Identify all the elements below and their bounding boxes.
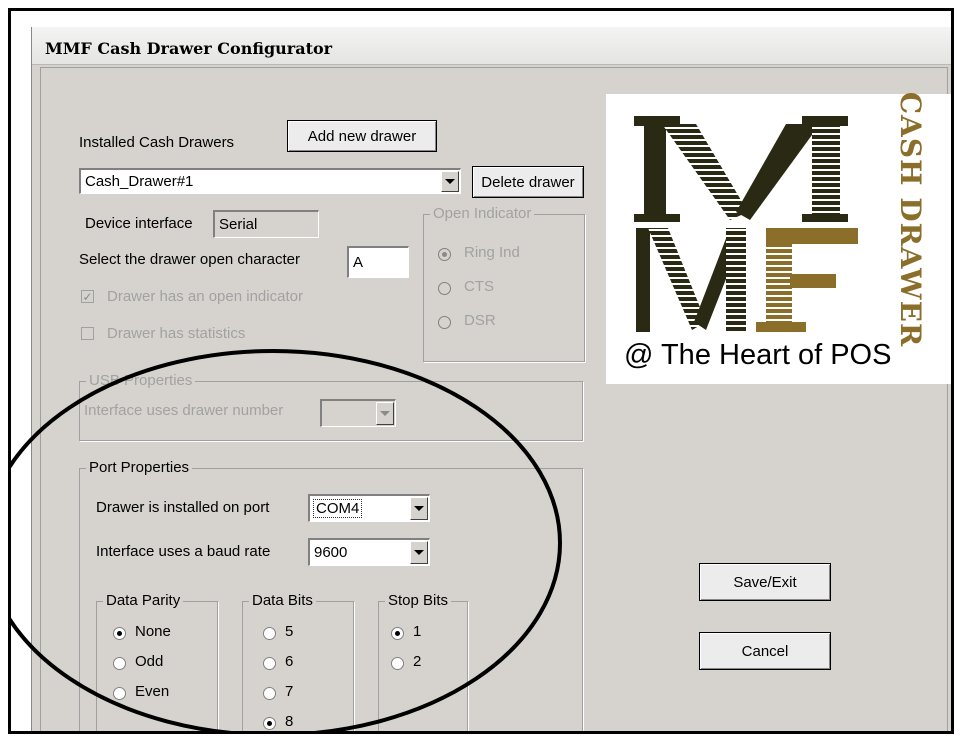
annotation-overlay — [11, 349, 562, 731]
annotation-ellipse — [11, 349, 562, 731]
screenshot-frame: MMF Cash Drawer Configurator Installed C… — [8, 8, 954, 734]
